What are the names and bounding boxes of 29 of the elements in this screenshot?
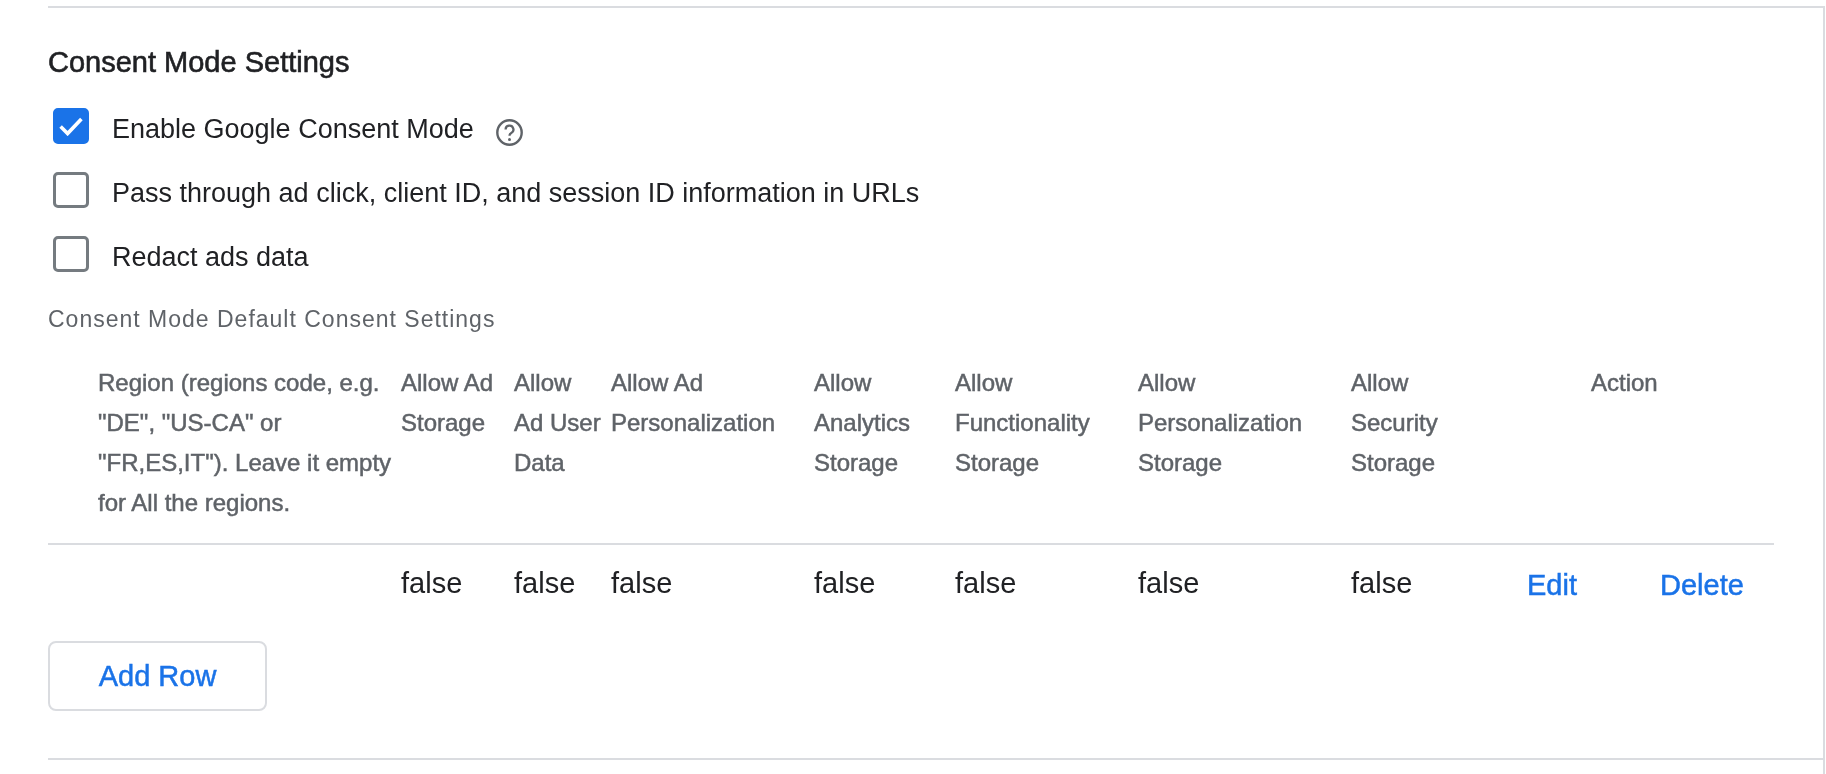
column-header: Allow Functionality Storage [955, 369, 1090, 476]
table-cell: false [814, 566, 876, 600]
table-cell: false [1351, 566, 1413, 600]
checkbox[interactable] [53, 172, 89, 208]
table-cell: false [611, 566, 673, 600]
column-header: Allow Ad Storage [401, 369, 494, 436]
table-caption: Consent Mode Default Consent Settings [48, 305, 496, 334]
column-header: Allow Security Storage [1351, 369, 1438, 476]
edit-link[interactable]: Edit [1527, 568, 1577, 602]
column-header: Allow Ad User Data [514, 369, 601, 476]
add-row-button[interactable]: Add Row [48, 641, 267, 711]
checkbox[interactable] [53, 236, 89, 272]
checkbox-label: Enable Google Consent Mode [112, 113, 474, 146]
help-icon[interactable] [495, 118, 523, 146]
checkbox-label: Redact ads data [112, 241, 309, 274]
checkbox[interactable] [53, 108, 89, 144]
column-header: Allow Analytics Storage [814, 369, 911, 476]
column-header: Action [1591, 369, 1658, 396]
column-header: Allow Personalization Storage [1138, 369, 1303, 476]
section-title: Consent Mode Settings [48, 45, 350, 79]
table-cell: false [955, 566, 1017, 600]
table-cell: false [1138, 566, 1200, 600]
check-icon [59, 116, 83, 136]
column-header: Region (regions code, e.g. "DE", "US-CA" or "FR,ES,IT"). Leave it empty for All the regions. [98, 369, 392, 516]
delete-link[interactable]: Delete [1660, 568, 1744, 602]
column-header: Allow Ad Personalization [611, 369, 776, 436]
checkbox-label: Pass through ad click, client ID, and session ID information in URLs [112, 177, 920, 210]
table-cell: false [514, 566, 576, 600]
table-cell: false [401, 566, 463, 600]
